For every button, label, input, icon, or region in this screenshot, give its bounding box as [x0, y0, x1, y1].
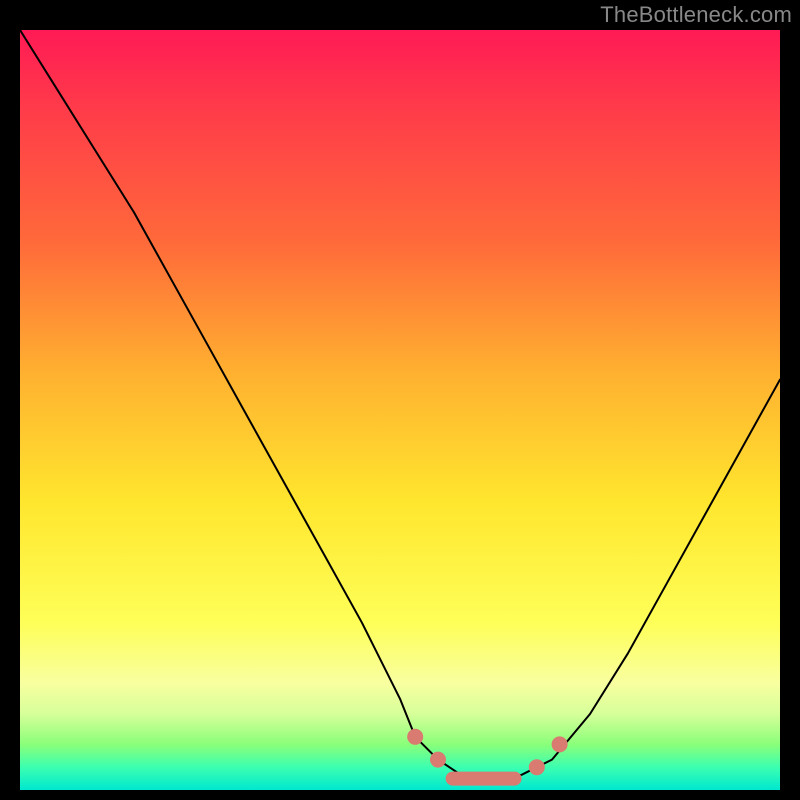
optimal-mid-2 [529, 759, 545, 775]
optimal-pill [446, 772, 522, 786]
optimal-mid-1 [430, 752, 446, 768]
optimal-end [552, 736, 568, 752]
optimal-markers [407, 729, 567, 786]
plot-area [20, 30, 780, 790]
watermark-text: TheBottleneck.com [600, 2, 792, 28]
chart-stage: TheBottleneck.com [0, 0, 800, 800]
bottleneck-curve [20, 30, 780, 782]
curve-layer [20, 30, 780, 790]
optimal-start [407, 729, 423, 745]
